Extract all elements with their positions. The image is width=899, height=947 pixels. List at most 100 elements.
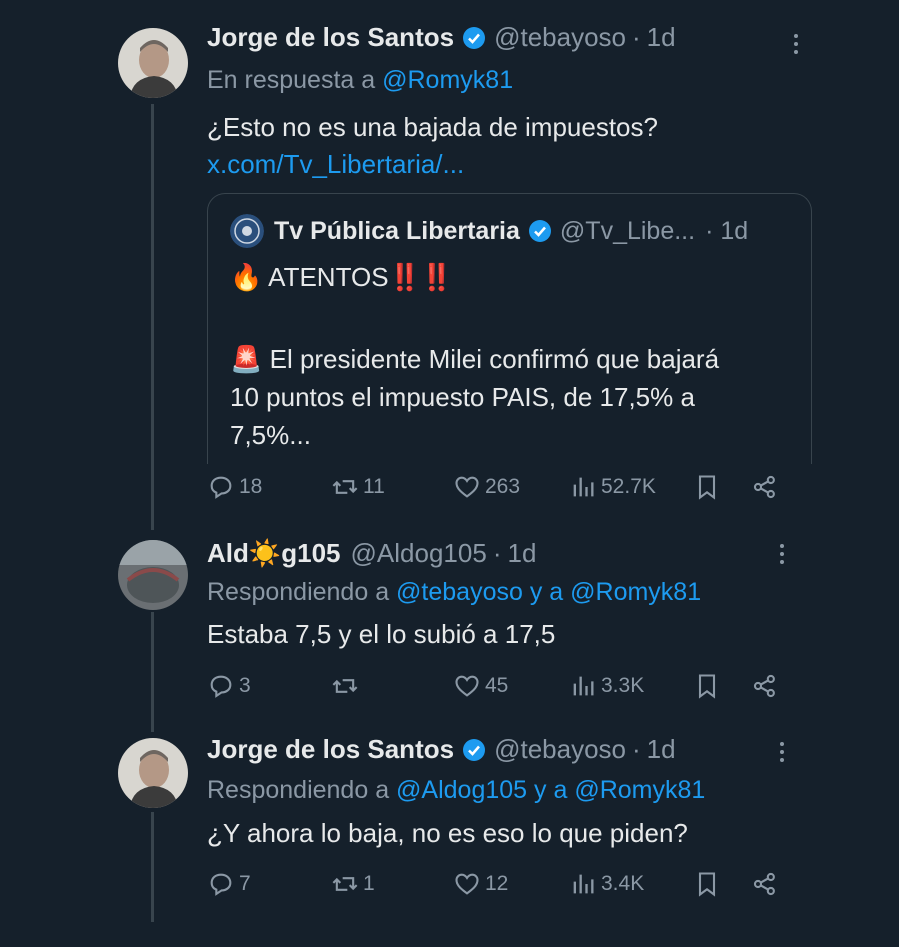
timestamp[interactable]: 1d	[647, 22, 676, 53]
action-bar: 7 1 12 3.4K	[207, 866, 787, 902]
like-button[interactable]: 12	[453, 866, 508, 902]
separator-dot: ·	[632, 734, 641, 764]
quoted-tweet[interactable]: Tv Pública Libertaria @Tv_Libe... · 1d 🔥…	[207, 193, 812, 464]
tweet-text: Estaba 7,5 y el lo subió a 17,5	[207, 619, 556, 649]
tweet-2[interactable]: Ald☀️g105 @Aldog105 · 1d Respondiendo a …	[0, 530, 899, 730]
quote-avatar[interactable]	[230, 214, 264, 248]
reply-prefix: En respuesta a	[207, 66, 376, 94]
verified-icon	[463, 26, 486, 49]
retweet-icon	[332, 480, 358, 494]
share-button[interactable]	[751, 668, 779, 704]
reply-count: 7	[239, 872, 251, 895]
retweet-button[interactable]: 11	[331, 469, 385, 505]
avatar[interactable]	[118, 28, 188, 98]
tweet-3[interactable]: Jorge de los Santos @tebayoso · 1d Respo…	[0, 730, 899, 947]
author-handle[interactable]: @tebayoso	[494, 22, 626, 53]
bookmark-button[interactable]	[693, 469, 721, 505]
reply-button[interactable]: 7	[207, 866, 251, 902]
action-bar: 18 11 263 52.7K	[207, 469, 787, 505]
views-button[interactable]: 3.4K	[569, 866, 644, 902]
tweet-header: Jorge de los Santos @tebayoso · 1d	[207, 734, 676, 765]
like-icon	[455, 873, 479, 895]
tweet-header: Jorge de los Santos @tebayoso · 1d	[207, 22, 676, 53]
tweet-header: Ald☀️g105 @Aldog105 · 1d	[207, 538, 536, 569]
quote-author-name[interactable]: Tv Pública Libertaria	[274, 217, 520, 246]
reply-context: Respondiendo a @Aldog105 y a @Romyk81	[207, 776, 705, 805]
timestamp[interactable]: 1d	[507, 538, 536, 569]
verified-icon	[463, 738, 486, 761]
timestamp[interactable]: 1d	[647, 734, 676, 765]
reply-icon	[210, 873, 232, 896]
author-name[interactable]: Jorge de los Santos	[207, 734, 454, 765]
separator-dot: ·	[492, 538, 502, 568]
views-count: 3.3K	[601, 674, 645, 697]
like-count: 45	[485, 674, 509, 697]
like-count: 263	[485, 475, 521, 498]
reply-button[interactable]: 18	[207, 469, 262, 505]
quote-line-4: 7,5%...	[230, 420, 311, 450]
reply-icon	[210, 675, 232, 698]
reply-mention[interactable]: @tebayoso y a @Romyk81	[396, 578, 701, 606]
reply-button[interactable]: 3	[207, 668, 251, 704]
bookmark-icon	[698, 475, 716, 500]
avatar[interactable]	[118, 738, 188, 808]
reply-mention[interactable]: @Aldog105 y a @Romyk81	[396, 776, 705, 804]
share-button[interactable]	[751, 866, 779, 902]
tweet-text: ¿Esto no es una bajada de impuestos? x.c…	[207, 110, 658, 181]
retweet-button[interactable]	[331, 668, 363, 704]
quote-timestamp[interactable]: · 1d	[705, 217, 748, 246]
share-icon	[753, 674, 775, 698]
reply-mention[interactable]: @Romyk81	[382, 66, 513, 94]
reply-context: En respuesta a @Romyk81	[207, 66, 513, 95]
tweet-1[interactable]: Jorge de los Santos @tebayoso · 1d En re…	[0, 0, 899, 530]
bookmark-icon	[698, 674, 716, 699]
verified-icon	[528, 220, 551, 242]
author-name[interactable]: Jorge de los Santos	[207, 22, 454, 53]
views-button[interactable]: 3.3K	[569, 668, 644, 704]
views-icon	[573, 477, 594, 497]
bookmark-button[interactable]	[693, 866, 721, 902]
retweet-count: 1	[363, 872, 375, 895]
reply-icon	[210, 476, 232, 499]
retweet-icon	[332, 679, 358, 693]
author-name[interactable]: Ald☀️g105	[207, 538, 341, 569]
reply-prefix: Respondiendo a	[207, 776, 390, 804]
reply-context: Respondiendo a @tebayoso y a @Romyk81	[207, 578, 701, 607]
author-handle[interactable]: @tebayoso	[494, 734, 626, 765]
bookmark-button[interactable]	[693, 668, 721, 704]
more-icon[interactable]	[786, 26, 806, 62]
more-icon[interactable]	[772, 734, 792, 770]
like-icon	[455, 476, 479, 498]
author-handle[interactable]: @Aldog105	[351, 538, 487, 569]
like-count: 12	[485, 872, 509, 895]
share-icon	[753, 872, 775, 896]
share-icon	[753, 475, 775, 499]
avatar[interactable]	[118, 540, 188, 610]
tweet-link[interactable]: x.com/Tv_Libertaria/...	[207, 147, 658, 181]
like-button[interactable]: 45	[453, 668, 508, 704]
tweet-body: ¿Esto no es una bajada de impuestos?	[207, 112, 658, 142]
bookmark-icon	[698, 872, 716, 897]
share-button[interactable]	[751, 469, 779, 505]
views-count: 3.4K	[601, 872, 645, 895]
separator-dot: ·	[632, 22, 641, 52]
views-count: 52.7K	[601, 475, 656, 498]
more-icon[interactable]	[772, 536, 792, 572]
like-icon	[455, 675, 479, 697]
views-button[interactable]: 52.7K	[569, 469, 656, 505]
quote-line-1: 🔥 ATENTOS‼️‼️	[230, 262, 454, 292]
views-icon	[573, 676, 594, 696]
like-button[interactable]: 263	[453, 469, 520, 505]
retweet-icon	[332, 877, 358, 891]
quote-line-2: 🚨 El presidente Milei confirmó que bajar…	[230, 344, 720, 374]
reply-count: 3	[239, 674, 251, 697]
quote-author-handle[interactable]: @Tv_Libe...	[560, 217, 695, 246]
retweet-count: 11	[363, 475, 385, 498]
views-icon	[573, 874, 594, 894]
action-bar: 3 45 3.3K	[207, 668, 787, 704]
reply-count: 18	[239, 475, 263, 498]
retweet-button[interactable]: 1	[331, 866, 375, 902]
quote-line-3: 10 puntos el impuesto PAIS, de 17,5% a	[230, 382, 695, 412]
tweet-text: ¿Y ahora lo baja, no es eso lo que piden…	[207, 818, 688, 848]
quote-header: Tv Pública Libertaria @Tv_Libe... · 1d	[230, 214, 748, 248]
